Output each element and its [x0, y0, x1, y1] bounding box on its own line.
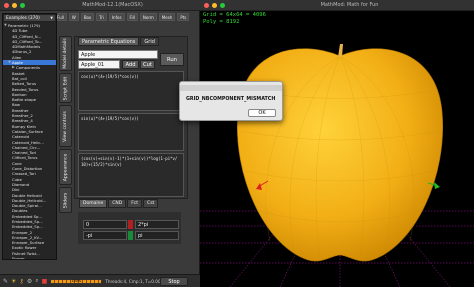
u-max-field[interactable]: 2*pi: [135, 220, 179, 229]
gl-titlebar: MathMod: Math for Fun: [200, 0, 474, 11]
box-button[interactable]: Box: [80, 13, 95, 21]
tab-view-controls[interactable]: View controls: [59, 105, 72, 147]
mesh-button[interactable]: Mesh: [158, 13, 176, 21]
tree-item-label: Flower...: [12, 256, 28, 259]
fill-button[interactable]: Fill: [126, 13, 138, 21]
model-tree: ▼ Parametric (179) 4D Tube 4D_Clifford_N...…: [3, 23, 56, 259]
error-dialog: GRID_NBCOMPONENT_MISMATCH OK: [179, 81, 283, 121]
tab-parametric-equations[interactable]: Parametric Equations: [78, 37, 140, 46]
infos-button[interactable]: Infos: [108, 13, 125, 21]
window-controls: [4, 2, 25, 8]
lightbulb-icon[interactable]: ☀: [11, 278, 16, 285]
gl-window-controls: [204, 2, 225, 8]
pts-button[interactable]: Pts: [177, 13, 190, 21]
progress-bar: 100%: [50, 278, 103, 284]
gear-icon[interactable]: ⚙: [27, 278, 32, 285]
add-button[interactable]: Add: [122, 60, 139, 69]
gl-window-title: MathMod: Math for Fun: [320, 2, 379, 8]
tri-button[interactable]: Tri: [96, 13, 107, 21]
run-button[interactable]: Run: [160, 53, 184, 66]
zoom-icon[interactable]: ⌕: [35, 277, 38, 285]
cut-button[interactable]: Cut: [140, 60, 155, 69]
component-name-field[interactable]: Apple_01: [78, 60, 120, 69]
domain-tabs: Domaine CND Fct Cst: [79, 199, 159, 208]
v-min-field[interactable]: -pi: [83, 231, 127, 240]
tab-cst[interactable]: Cst: [143, 199, 159, 208]
panel-tabs: Parametric Equations Grid: [78, 37, 159, 46]
status-text: Threads:4, Cmp:1, T=0.00s: [105, 278, 163, 284]
w-button[interactable]: W: [68, 13, 79, 21]
stop-small-icon[interactable]: ■: [42, 278, 48, 285]
tab-fct[interactable]: Fct: [127, 199, 143, 208]
tab-appearance[interactable]: Appearance: [59, 149, 72, 185]
gl-minimize-icon[interactable]: [212, 2, 217, 8]
u-color-swatch[interactable]: [128, 220, 133, 229]
model-name-field[interactable]: Apple: [78, 50, 158, 59]
v-max-field[interactable]: pi: [135, 231, 179, 240]
dialog-titlebar: [180, 85, 282, 91]
3d-viewport[interactable]: [200, 11, 474, 287]
tab-model-details[interactable]: Model details: [59, 36, 72, 71]
tree-item[interactable]: Flower...: [3, 256, 56, 259]
examples-dropdown[interactable]: Examples (370) ▼: [3, 14, 56, 22]
examples-label: Examples (370): [6, 15, 40, 21]
pencil-icon[interactable]: ✎: [3, 278, 8, 285]
gl-window: MathMod: Math for Fun Grid = 64x64 = 409…: [200, 0, 474, 287]
main-window: MathMod-12.1(MacOSX) Full W Box Tri Info…: [0, 0, 200, 287]
examples-sidebar: Examples (370) ▼ ▼ Parametric (179) 4D Tub…: [2, 13, 57, 260]
status-bar: ✎ ☀ ⚷ ⚙ ⌕ ■ 100% Threads:4, Cmp:1, T=0.0…: [0, 274, 200, 287]
minimize-icon[interactable]: [12, 2, 17, 8]
chevron-down-icon: ▼: [50, 16, 53, 20]
tab-domaine[interactable]: Domaine: [79, 199, 108, 208]
main-titlebar: MathMod-12.1(MacOSX): [0, 0, 200, 11]
tab-cnd[interactable]: CND: [108, 199, 127, 208]
u-min-field[interactable]: 0: [83, 220, 127, 229]
tab-sliders[interactable]: Sliders: [59, 187, 72, 213]
dialog-message: GRID_NBCOMPONENT_MISMATCH: [186, 97, 276, 102]
tab-script-edit[interactable]: Script Edit: [59, 73, 72, 103]
close-icon[interactable]: [4, 2, 9, 8]
v-color-swatch[interactable]: [128, 231, 133, 240]
domain-panel: 0 2*pi -pi pi: [78, 212, 181, 244]
ok-button[interactable]: OK: [248, 109, 276, 117]
key-icon[interactable]: ⚷: [19, 278, 23, 285]
gl-close-icon[interactable]: [204, 2, 209, 8]
vertical-tabs: Model details Script Edit View controls …: [59, 36, 72, 222]
stop-button[interactable]: Stop: [160, 277, 188, 286]
main-window-title: MathMod-12.1(MacOSX): [82, 2, 143, 8]
equation-y-input[interactable]: sin(u)*(4+(19/5)*cos(v)): [78, 113, 184, 151]
equation-x-input[interactable]: cos(u)*(4+(19/5)*cos(v)): [78, 71, 184, 111]
equation-z-input[interactable]: (cos(v)+sin(v)-1)*(1+sin(v))*log(1-pi*v/…: [78, 153, 184, 197]
tab-grid[interactable]: Grid: [140, 37, 159, 46]
norm-button[interactable]: Norm: [139, 13, 157, 21]
